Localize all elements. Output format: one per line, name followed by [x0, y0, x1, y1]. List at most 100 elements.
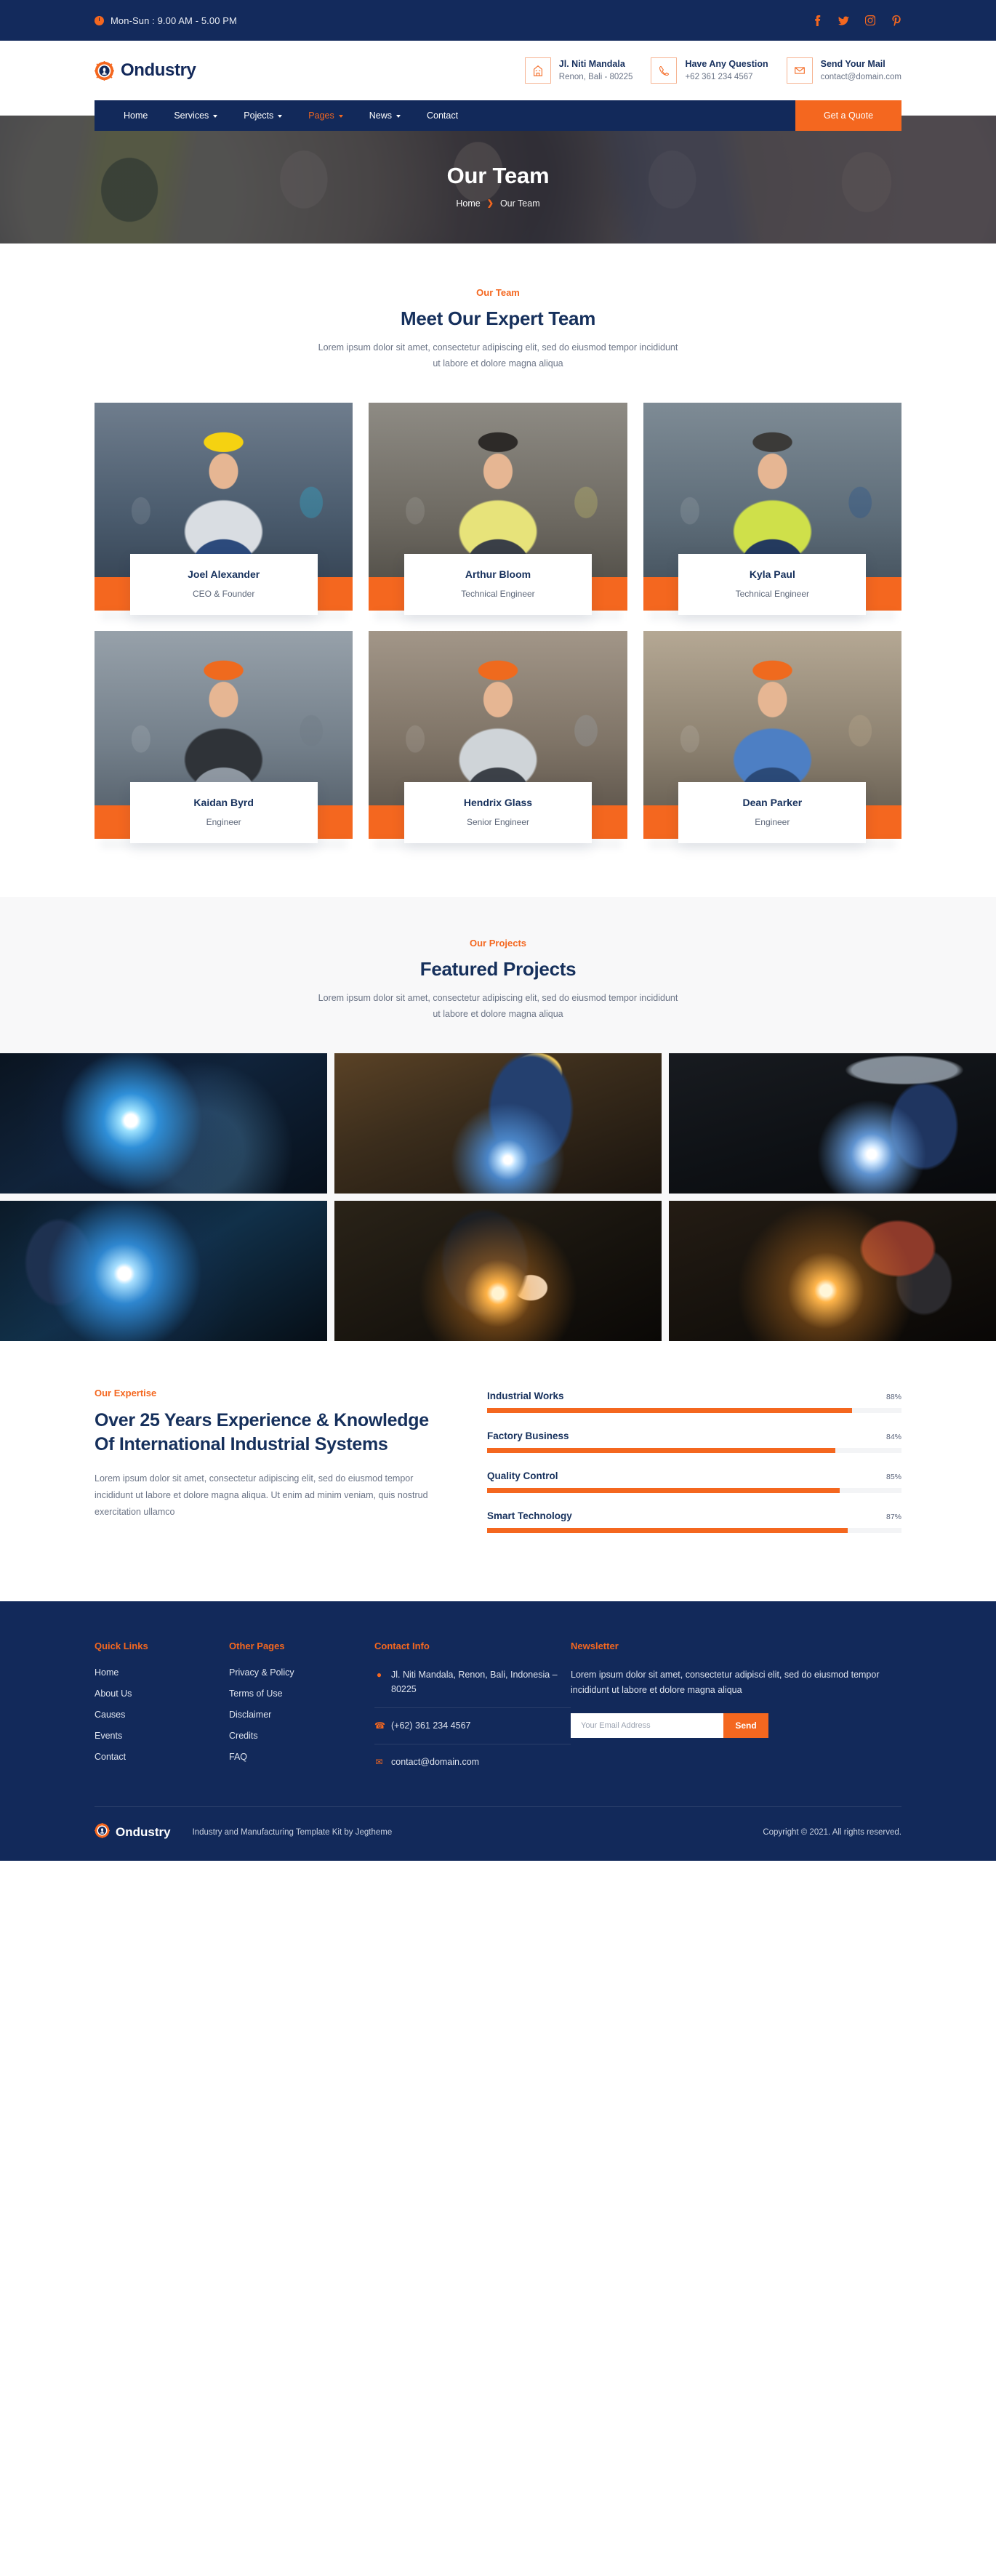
team-member-namecard: Dean Parker Engineer	[678, 781, 867, 843]
footer-link-credits[interactable]: Credits	[229, 1731, 374, 1741]
chevron-down-icon	[396, 115, 401, 118]
breadcrumb-home[interactable]: Home	[456, 198, 480, 209]
footer-phone[interactable]: ☎ (+62) 361 234 4567	[374, 1718, 571, 1734]
nav-item-pojects[interactable]: Pojects	[230, 100, 295, 131]
footer-brand-logo[interactable]: Ondustry	[95, 1822, 171, 1842]
team-member-card[interactable]: Kyla Paul Technical Engineer	[643, 402, 901, 621]
footer-link-causes[interactable]: Causes	[95, 1710, 229, 1720]
phone-icon	[651, 57, 678, 84]
main-navigation-wrap: Home Services Pojects Pages News Contact Get …	[95, 100, 901, 131]
team-member-name: Hendrix Glass	[463, 796, 533, 808]
project-thumbnail[interactable]	[0, 1052, 327, 1194]
nav-item-label: Pojects	[244, 110, 274, 121]
newsletter-email-input[interactable]	[571, 1713, 723, 1739]
footer-column-newsletter: Newsletter Lorem ipsum dolor sit amet, c…	[571, 1641, 901, 1773]
pinterest-icon[interactable]	[891, 15, 901, 26]
footer-address-text: Jl. Niti Mandala, Renon, Bali, Indonesia…	[391, 1669, 558, 1695]
skill-label: Smart Technology	[487, 1510, 572, 1521]
skill-value: 85%	[885, 1472, 901, 1481]
expertise-title: Over 25 Years Experience & Knowledge Of …	[95, 1409, 429, 1455]
chevron-down-icon	[278, 115, 283, 118]
expertise-text: Lorem ipsum dolor sit amet, consectetur …	[95, 1473, 428, 1518]
header-contact-mail[interactable]: Send Your Mail contact@domain.com	[786, 57, 901, 84]
team-section: Our Team Meet Our Expert Team Lorem ipsu…	[0, 243, 996, 897]
get-a-quote-button[interactable]: Get a Quote	[795, 100, 901, 131]
skill-fill	[487, 1527, 848, 1533]
footer-link-privacy-policy[interactable]: Privacy & Policy	[229, 1667, 374, 1678]
footer-bottom-bar: Ondustry Industry and Manufacturing Temp…	[95, 1806, 901, 1861]
envelope-icon: ✉	[375, 1756, 383, 1767]
team-description: Lorem ipsum dolor sit amet, consectetur …	[318, 342, 678, 369]
nav-item-pages[interactable]: Pages	[295, 100, 356, 131]
site-header: Ondustry Jl. Niti Mandala Renon, Bali - …	[0, 41, 996, 100]
newsletter-send-button[interactable]: Send	[723, 1713, 768, 1739]
project-thumbnail[interactable]	[669, 1052, 996, 1194]
nav-item-news[interactable]: News	[356, 100, 414, 131]
clock-icon	[95, 15, 104, 25]
team-member-card[interactable]: Arthur Bloom Technical Engineer	[369, 402, 627, 621]
team-member-card[interactable]: Kaidan Byrd Engineer	[95, 630, 353, 849]
team-member-card[interactable]: Joel Alexander CEO & Founder	[95, 402, 353, 621]
skill-label: Quality Control	[487, 1470, 558, 1481]
projects-title: Featured Projects	[419, 957, 577, 980]
footer-email[interactable]: ✉ contact@domain.com	[374, 1755, 571, 1770]
facebook-icon[interactable]	[812, 15, 823, 26]
team-member-role: Engineer	[755, 816, 790, 827]
nav-item-services[interactable]: Services	[161, 100, 230, 131]
skill-bar-row: Smart Technology 87%	[487, 1510, 901, 1533]
footer-link-about-us[interactable]: About Us	[95, 1689, 229, 1699]
project-thumbnail[interactable]	[334, 1052, 662, 1194]
footer-link-events[interactable]: Events	[95, 1731, 229, 1741]
skill-fill	[487, 1407, 852, 1413]
page-root: Mon-Sun : 9.00 AM - 5.00 PM Ondustry Jl.…	[0, 0, 996, 1861]
nav-item-contact[interactable]: Contact	[414, 100, 471, 131]
footer-link-faq[interactable]: FAQ	[229, 1752, 374, 1762]
nav-item-home[interactable]: Home	[111, 100, 161, 131]
header-address-title: Jl. Niti Mandala	[558, 58, 625, 69]
footer-tagline: Industry and Manufacturing Template Kit …	[192, 1827, 393, 1837]
nav-item-label: Contact	[427, 110, 459, 121]
twitter-icon[interactable]	[838, 15, 849, 26]
skill-label: Industrial Works	[487, 1390, 564, 1401]
team-member-role: Technical Engineer	[461, 588, 535, 599]
footer-address: ● Jl. Niti Mandala, Renon, Bali, Indones…	[374, 1667, 571, 1697]
footer-contact-heading: Contact Info	[374, 1640, 430, 1651]
instagram-icon[interactable]	[864, 15, 875, 26]
footer-newsletter-heading: Newsletter	[571, 1640, 619, 1651]
project-thumbnail[interactable]	[669, 1200, 996, 1341]
header-contact-address[interactable]: Jl. Niti Mandala Renon, Bali - 80225	[524, 57, 632, 84]
team-member-card[interactable]: Hendrix Glass Senior Engineer	[369, 630, 627, 849]
team-member-card[interactable]: Dean Parker Engineer	[643, 630, 901, 849]
project-thumbnail[interactable]	[334, 1200, 662, 1341]
team-section-heading: Our Team Meet Our Expert Team Lorem ipsu…	[95, 287, 901, 372]
footer-link-disclaimer[interactable]: Disclaimer	[229, 1710, 374, 1720]
header-mail-sub: contact@domain.com	[820, 72, 901, 81]
skill-fill	[487, 1487, 840, 1493]
project-thumbnail[interactable]	[0, 1200, 327, 1341]
team-member-namecard: Hendrix Glass Senior Engineer	[403, 781, 592, 843]
expertise-eyebrow: Our Expertise	[95, 1387, 157, 1398]
footer-link-terms-of-use[interactable]: Terms of Use	[229, 1689, 374, 1699]
team-member-role: Senior Engineer	[466, 816, 530, 827]
page-hero: Our Team Home ❯ Our Team	[0, 116, 996, 243]
team-member-namecard: Kaidan Byrd Engineer	[129, 781, 318, 843]
footer-column-quick-links: Quick Links Home About Us Causes Events Cont…	[95, 1641, 229, 1773]
footer-column-contact: Contact Info ● Jl. Niti Mandala, Renon, …	[374, 1641, 571, 1773]
skill-track	[487, 1487, 901, 1493]
nav-items: Home Services Pojects Pages News Contact	[95, 100, 795, 131]
header-phone-sub: +62 361 234 4567	[685, 72, 753, 81]
team-member-namecard: Kyla Paul Technical Engineer	[678, 553, 867, 615]
footer-link-contact[interactable]: Contact	[95, 1752, 229, 1762]
team-member-name: Joel Alexander	[188, 568, 260, 580]
footer-link-home[interactable]: Home	[95, 1667, 229, 1678]
skill-track	[487, 1447, 901, 1453]
team-member-role: Technical Engineer	[735, 588, 810, 599]
team-member-role: CEO & Founder	[192, 588, 255, 599]
footer-phone-text: (+62) 361 234 4567	[391, 1720, 471, 1731]
team-title: Meet Our Expert Team	[400, 307, 596, 329]
footer-copyright: Copyright © 2021. All rights reserved.	[763, 1827, 901, 1837]
header-contact-phone[interactable]: Have Any Question +62 361 234 4567	[651, 57, 768, 84]
skill-bar-row: Quality Control 85%	[487, 1470, 901, 1493]
breadcrumb-current: Our Team	[499, 198, 540, 209]
brand-logo[interactable]: Ondustry	[95, 60, 196, 81]
